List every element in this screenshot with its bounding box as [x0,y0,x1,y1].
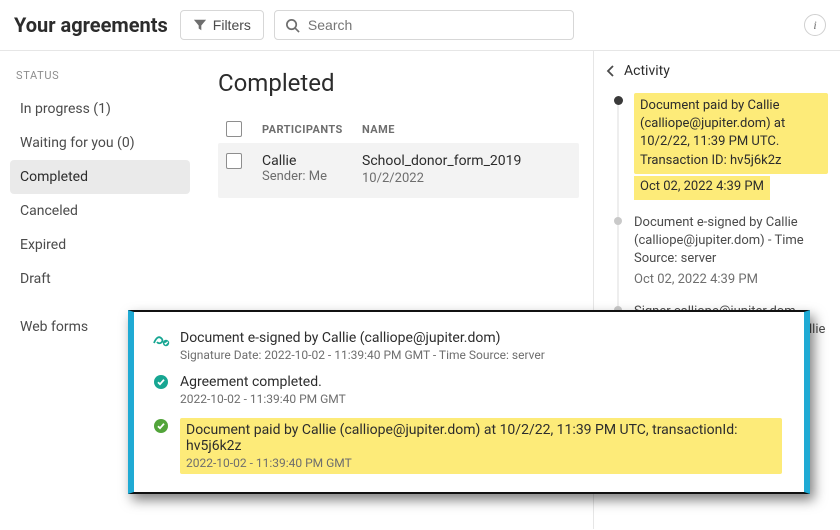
activity-time: Oct 02, 2022 4:39 PM [634,271,828,289]
activity-heading: Activity [624,63,670,79]
page-title: Your agreements [14,13,168,37]
participant-name: Callie [262,153,362,169]
sidebar-item-waiting[interactable]: Waiting for you (0) [10,126,190,160]
audit-callout: Document e-signed by Callie (calliope@ju… [128,310,810,494]
audit-row-sub: Signature Date: 2022-10-02 - 11:39:40 PM… [180,348,782,362]
info-icon[interactable]: i [804,14,826,36]
filters-button[interactable]: Filters [180,10,264,40]
sidebar-item-expired[interactable]: Expired [10,228,190,262]
audit-row: Document paid by Callie (calliope@jupite… [152,418,782,474]
audit-row-title: Document e-signed by Callie (calliope@ju… [180,330,782,346]
row-participants: Callie Sender: Me [262,153,362,184]
timeline-dot-icon [614,217,622,225]
table-row[interactable]: Callie Sender: Me School_donor_form_2019… [218,143,579,198]
activity-text: Document e-signed by Callie (calliope@ju… [634,214,828,269]
participant-sender: Sender: Me [262,169,362,184]
sidebar-heading: STATUS [16,69,184,82]
audit-row-title: Document paid by Callie (calliope@jupite… [186,422,776,454]
search-input[interactable] [308,17,563,33]
activity-time: Oct 02, 2022 4:39 PM [634,176,770,200]
audit-row-sub: 2022-10-02 - 11:39:40 PM GMT [186,456,776,470]
audit-row-body: Document paid by Callie (calliope@jupite… [180,418,782,474]
audit-callout-body: Document e-signed by Callie (calliope@ju… [128,310,810,494]
sidebar-item-canceled[interactable]: Canceled [10,194,190,228]
doc-name: School_donor_form_2019 [362,153,571,169]
search-field[interactable] [274,10,574,40]
sidebar-item-completed[interactable]: Completed [10,160,190,194]
timeline-dot-icon [614,96,623,105]
activity-item: Document paid by Callie (calliope@jupite… [614,93,828,214]
select-all-checkbox[interactable] [226,121,262,137]
col-name[interactable]: NAME [362,123,571,136]
sidebar-item-in-progress[interactable]: In progress (1) [10,92,190,126]
activity-text: Document paid by Callie (calliope@jupite… [634,93,828,174]
doc-date: 10/2/2022 [362,171,571,186]
funnel-icon [193,18,207,32]
sidebar-item-draft[interactable]: Draft [10,262,190,296]
audit-row-body: Document e-signed by Callie (calliope@ju… [180,330,782,362]
audit-row: Document e-signed by Callie (calliope@ju… [152,330,782,362]
col-participants[interactable]: PARTICIPANTS [262,123,362,136]
chevron-left-icon [606,65,616,77]
search-icon [285,18,300,33]
row-checkbox[interactable] [226,153,262,169]
esign-icon [152,330,170,348]
audit-row: Agreement completed. 2022-10-02 - 11:39:… [152,374,782,406]
table-header: PARTICIPANTS NAME [218,115,579,143]
check-circle-icon [152,418,170,434]
filters-label: Filters [213,17,251,33]
audit-row-title: Agreement completed. [180,374,782,390]
activity-header[interactable]: Activity [606,63,828,79]
activity-item: Document e-signed by Callie (calliope@ju… [614,214,828,303]
check-circle-icon [152,374,170,390]
header-bar: Your agreements Filters i [0,0,840,51]
row-name: School_donor_form_2019 10/2/2022 [362,153,571,186]
main-heading: Completed [218,69,579,97]
audit-row-sub: 2022-10-02 - 11:39:40 PM GMT [180,392,782,406]
audit-row-body: Agreement completed. 2022-10-02 - 11:39:… [180,374,782,406]
